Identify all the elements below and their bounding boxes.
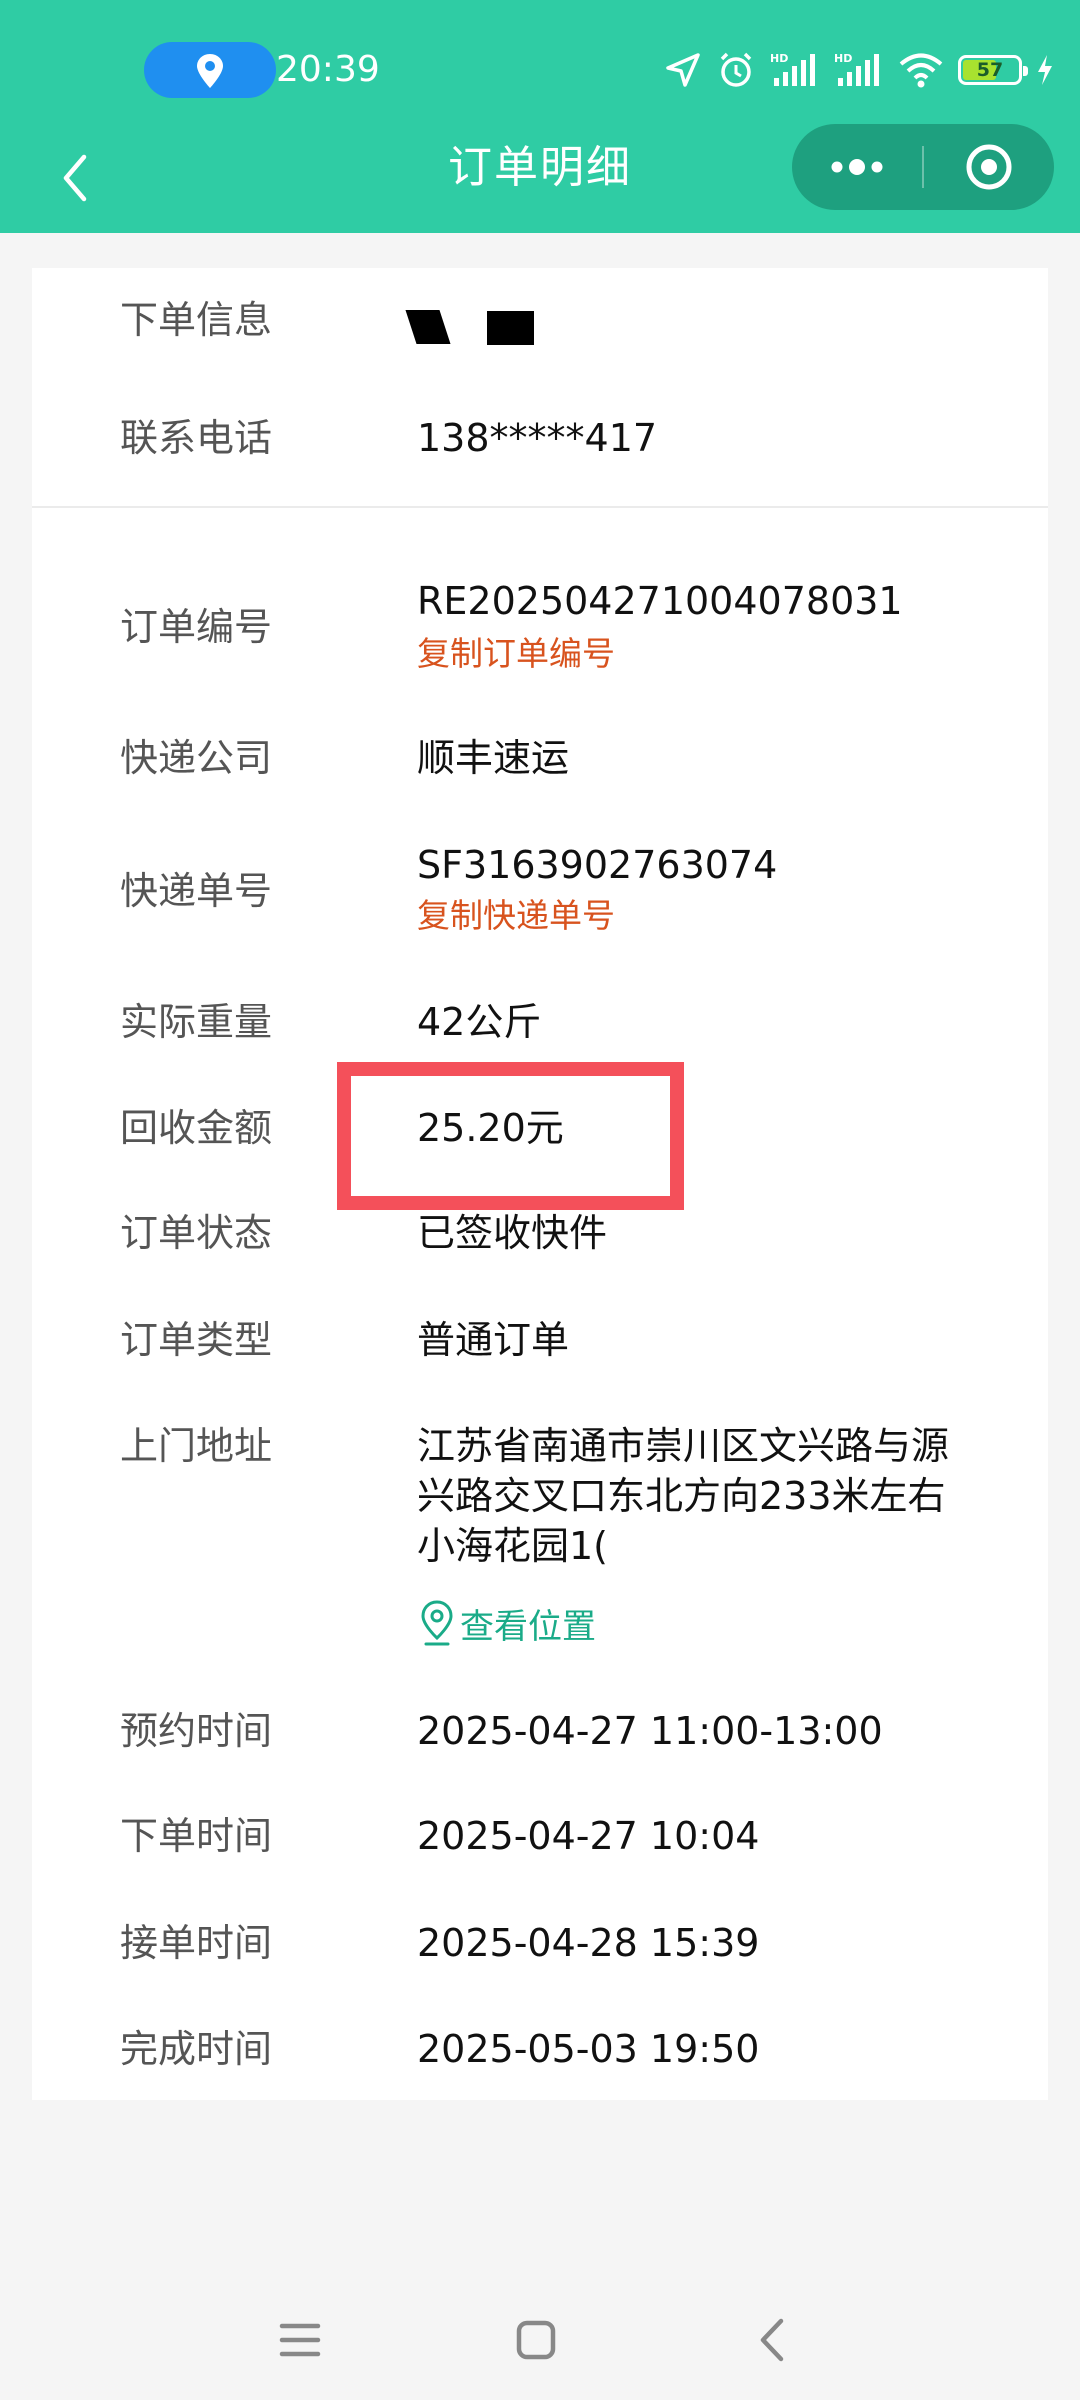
address-line: 小海花园1( (417, 1524, 609, 1568)
status-label: 订单状态 (120, 1211, 273, 1255)
back-triangle-icon (760, 2318, 784, 2362)
placed-time-label: 下单时间 (120, 1814, 273, 1858)
system-back-button[interactable] (732, 2300, 812, 2380)
more-button[interactable] (792, 124, 922, 210)
close-miniapp-button[interactable] (924, 124, 1054, 210)
battery-icon: 57 (958, 55, 1028, 85)
amount-label: 回收金额 (120, 1106, 273, 1150)
phone-value: 138*****417 (417, 416, 658, 460)
order-info-label: 下单信息 (120, 298, 273, 342)
location-indicator[interactable] (144, 42, 276, 98)
navigation-arrow-icon (666, 53, 700, 87)
status-value: 已签收快件 (417, 1211, 608, 1255)
redaction-mark (487, 311, 534, 345)
miniapp-close-icon (966, 144, 1012, 190)
menu-lines-icon (279, 2323, 321, 2357)
courier-label: 快递公司 (120, 736, 273, 780)
more-dots-icon (831, 159, 883, 175)
appointment-time-label: 预约时间 (120, 1709, 273, 1753)
nav-bar: 订单明细 (0, 124, 1080, 233)
alarm-icon (720, 52, 752, 87)
view-location-link[interactable]: 查看位置 (418, 1598, 596, 1648)
completed-time-value: 2025-05-03 19:50 (417, 2027, 760, 2071)
status-icons: HD HD 57 (664, 48, 1054, 92)
order-type-label: 订单类型 (120, 1318, 273, 1362)
wifi-icon (899, 53, 943, 88)
location-icon (197, 54, 223, 88)
system-nav-bar (0, 2300, 1080, 2380)
copy-order-number-link[interactable]: 复制订单编号 (417, 632, 615, 676)
miniapp-capsule (792, 124, 1054, 210)
tracking-number-label: 快递单号 (120, 869, 273, 913)
map-pin-icon (421, 1600, 453, 1646)
tracking-number-value: SF3163902763074 (417, 843, 778, 887)
battery-level: 57 (976, 59, 1004, 81)
view-location-label: 查看位置 (460, 1606, 596, 1647)
address-label: 上门地址 (120, 1424, 273, 1468)
app-header: 20:39 HD HD 57 订单明细 (0, 0, 1080, 233)
home-button[interactable] (496, 2300, 576, 2380)
completed-time-label: 完成时间 (120, 2027, 273, 2071)
accepted-time-label: 接单时间 (120, 1921, 273, 1965)
appointment-time-value: 2025-04-27 11:00-13:00 (417, 1709, 883, 1753)
charging-icon (1038, 55, 1052, 85)
copy-tracking-number-link[interactable]: 复制快递单号 (417, 894, 615, 938)
menu-button[interactable] (260, 2300, 340, 2380)
placed-time-value: 2025-04-27 10:04 (417, 1814, 760, 1858)
order-number-label: 订单编号 (120, 605, 273, 649)
home-square-icon (516, 2320, 556, 2360)
signal-icon: HD (770, 52, 815, 86)
order-number-value: RE202504271004078031 (417, 579, 903, 623)
address-line: 兴路交叉口东北方向233米左右 (417, 1474, 946, 1518)
svg-text:HD: HD (770, 52, 788, 65)
status-bar: 20:39 HD HD 57 (0, 0, 1080, 140)
status-time: 20:39 (276, 49, 380, 90)
address-line: 江苏省南通市崇川区文兴路与源 (417, 1424, 950, 1468)
weight-value: 42公斤 (417, 1000, 542, 1044)
svg-text:HD: HD (834, 52, 852, 65)
weight-label: 实际重量 (120, 1000, 273, 1044)
courier-value: 顺丰速运 (417, 736, 570, 780)
highlight-annotation-box (337, 1062, 684, 1210)
accepted-time-value: 2025-04-28 15:39 (417, 1921, 760, 1965)
phone-label: 联系电话 (120, 416, 273, 460)
order-type-value: 普通订单 (417, 1318, 570, 1362)
signal-icon: HD (834, 52, 879, 86)
